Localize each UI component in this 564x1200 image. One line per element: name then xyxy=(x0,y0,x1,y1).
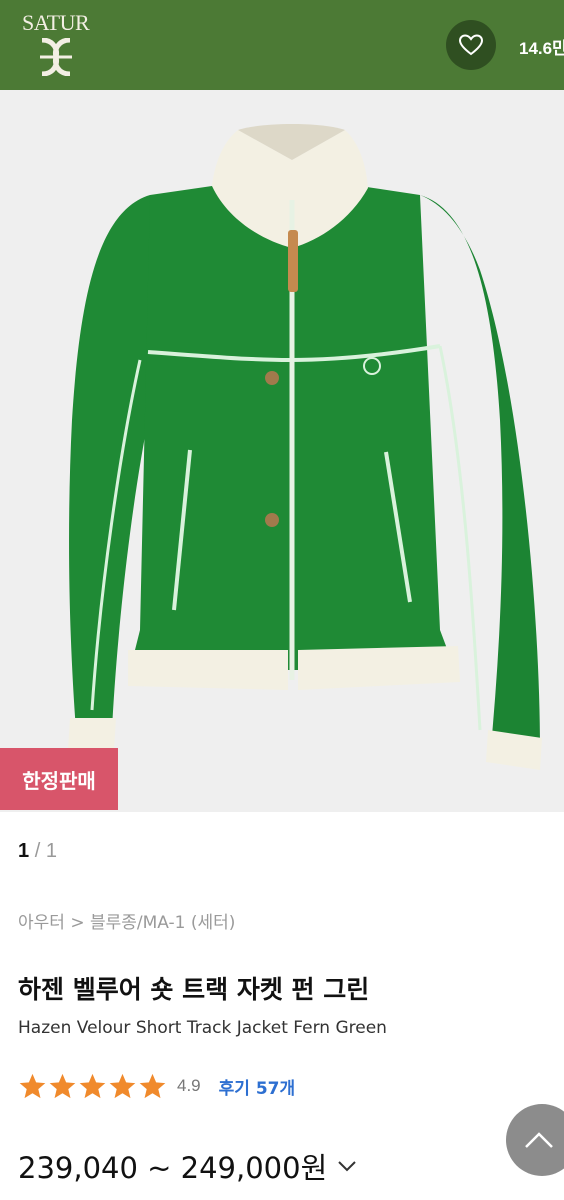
pager-total: 1 xyxy=(45,840,57,862)
star-icon xyxy=(19,1073,46,1098)
product-title-english: Hazen Velour Short Track Jacket Fern Gre… xyxy=(18,1018,387,1038)
scroll-to-top-button[interactable] xyxy=(506,1104,564,1176)
limited-sale-badge: 한정판매 xyxy=(0,748,118,810)
product-rating: 4.9 후기 57개 xyxy=(18,1070,295,1102)
hem-band xyxy=(128,650,288,690)
left-cuff xyxy=(68,718,116,750)
like-button[interactable] xyxy=(446,20,496,70)
star-icon xyxy=(109,1073,136,1098)
chevron-up-icon xyxy=(525,1132,553,1148)
product-title-korean: 하젠 벨루어 숏 트랙 자켓 펀 그린 xyxy=(18,975,370,1004)
star-icon xyxy=(79,1073,106,1098)
top-header: SATUR 14.6만 xyxy=(0,0,564,90)
pager-current: 1 xyxy=(18,840,30,862)
price-range[interactable]: 239,040 ~ 249,000원 xyxy=(18,1145,357,1187)
rating-value: 4.9 xyxy=(177,1076,201,1095)
heart-outline-icon xyxy=(459,34,483,56)
pager-separator: / xyxy=(34,840,41,862)
star-icon xyxy=(49,1073,76,1098)
price-text: 239,040 ~ 249,000원 xyxy=(18,1151,328,1185)
review-count-link[interactable]: 후기 57개 xyxy=(219,1074,296,1099)
brand-name: SATUR xyxy=(22,10,90,35)
category-breadcrumb[interactable]: 아우터 > 블루종/MA-1 (세터) xyxy=(18,908,235,933)
satur-knot-logo-icon xyxy=(40,38,72,76)
product-image[interactable] xyxy=(0,90,564,812)
image-pager: 1 / 1 xyxy=(18,840,57,863)
brand-logo[interactable]: SATUR xyxy=(22,12,102,78)
like-count: 14.6만 xyxy=(519,39,564,58)
chevron-down-icon xyxy=(338,1161,356,1172)
jacket-illustration xyxy=(0,90,564,812)
star-icon xyxy=(139,1073,166,1098)
rating-stars xyxy=(18,1072,167,1101)
